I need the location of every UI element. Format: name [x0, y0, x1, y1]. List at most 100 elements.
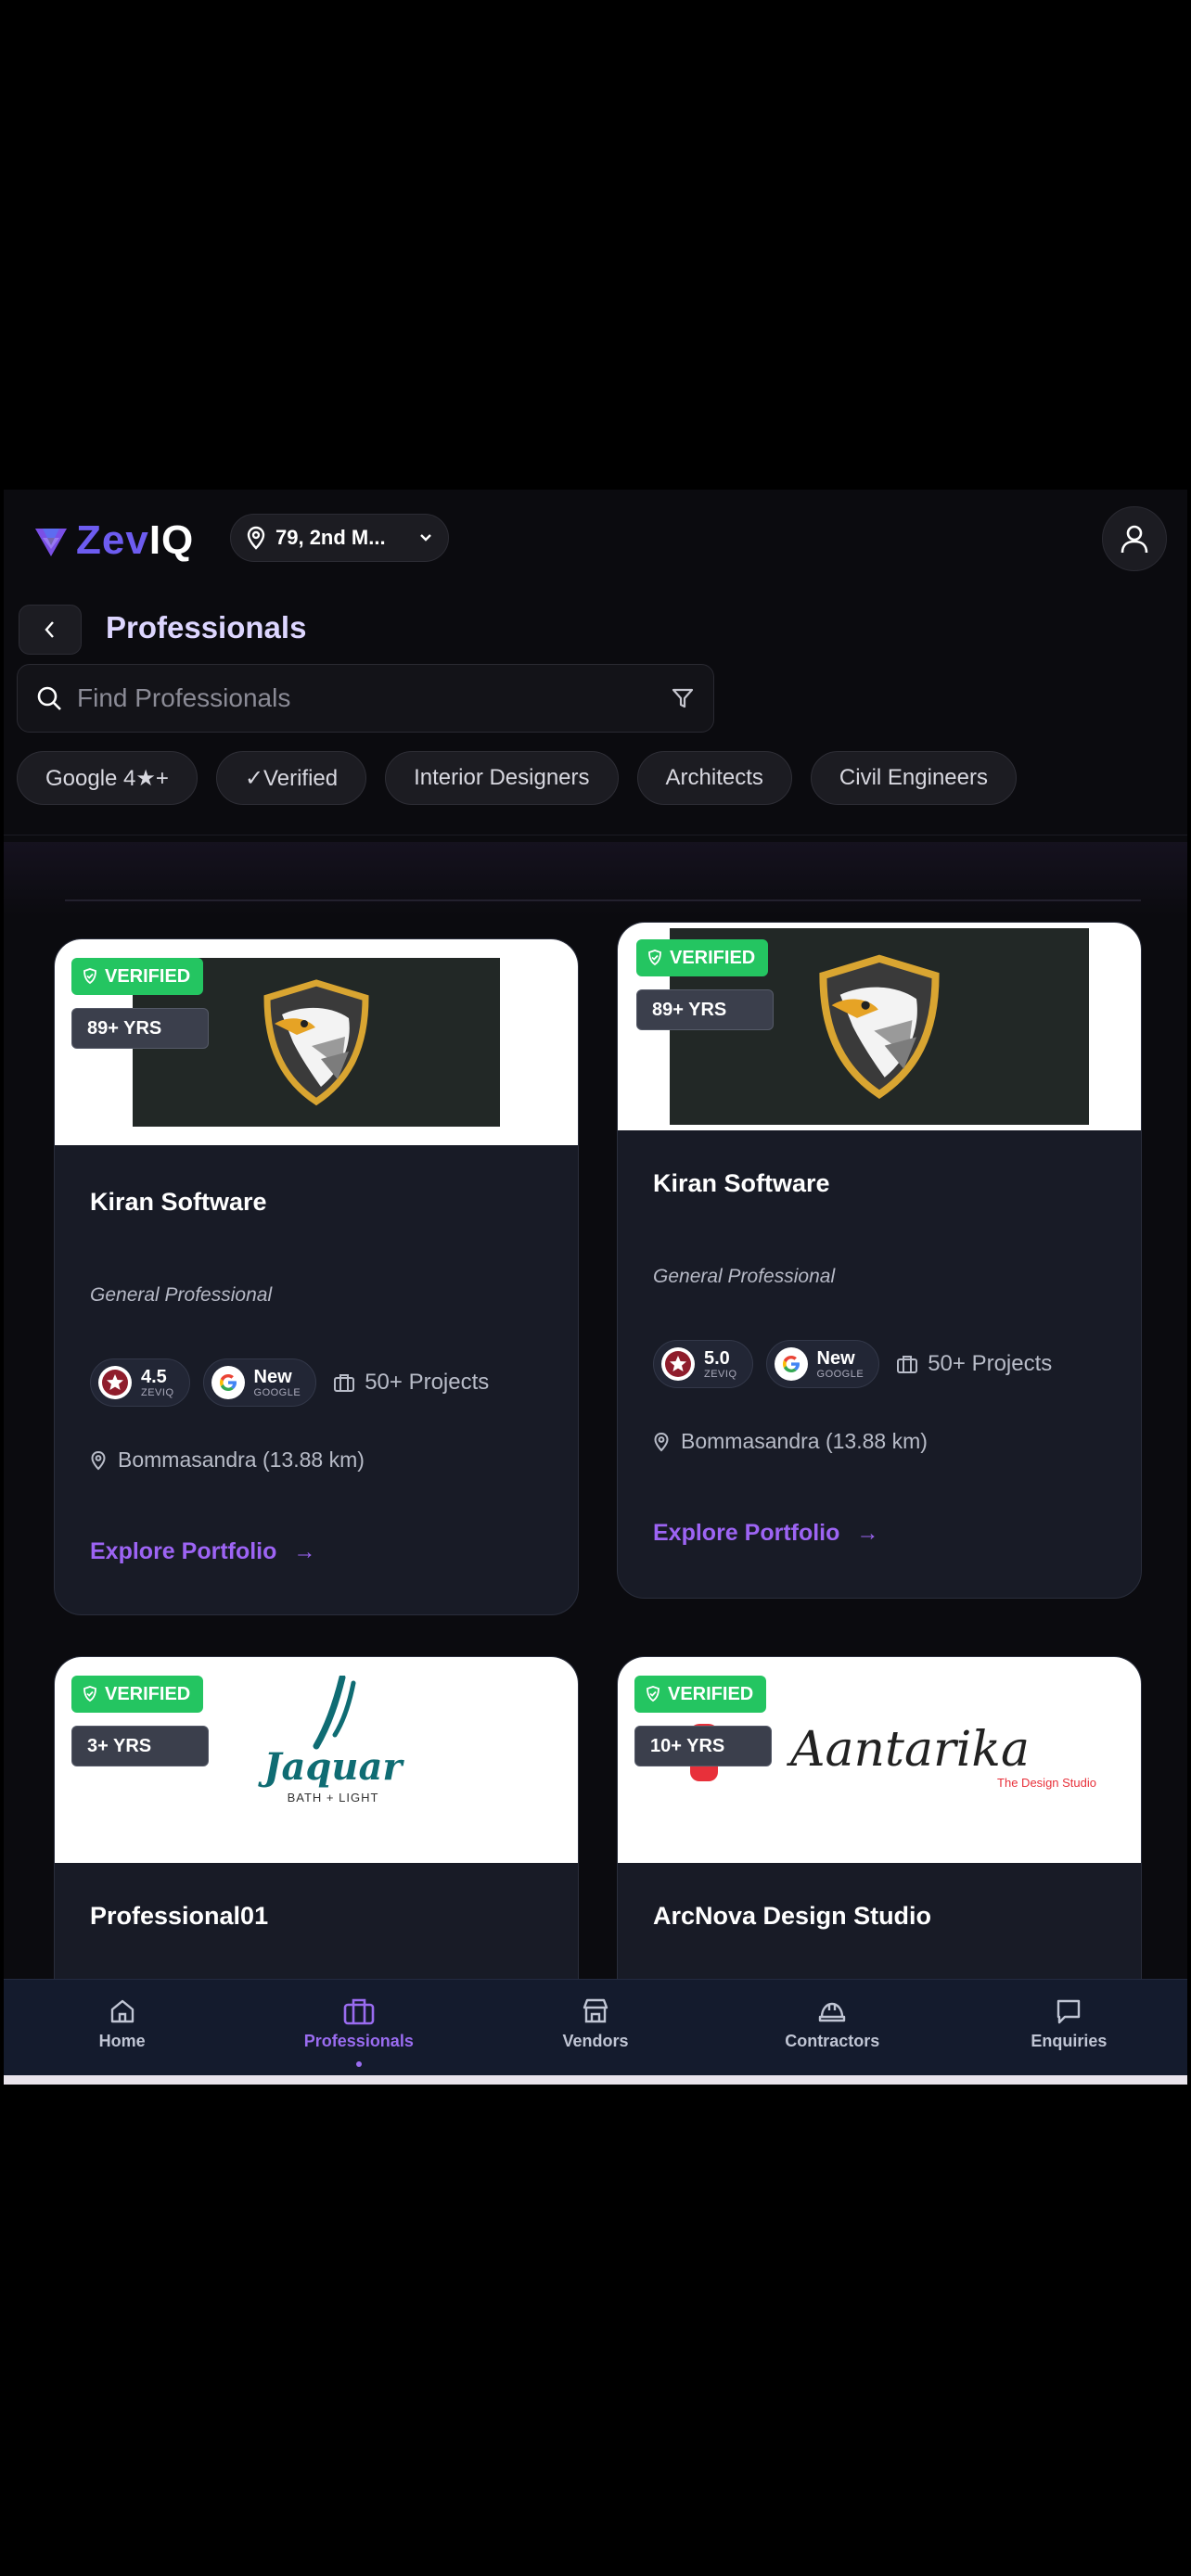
nav-professionals-label: Professionals: [303, 2032, 414, 2050]
google-icon: [774, 1347, 808, 1381]
google-rating-label: GOOGLE: [816, 1368, 864, 1380]
experience-badge: 10+ YRS: [634, 1726, 772, 1766]
brand-logo[interactable]: ZevIQ: [32, 517, 194, 564]
section-glow: [4, 842, 1187, 916]
nav-enquiries[interactable]: Enquiries: [951, 1980, 1187, 2076]
projects-text: 50+ Projects: [928, 1351, 1053, 1376]
card-location: Bommasandra (13.88 km): [653, 1429, 928, 1454]
search-input[interactable]: [75, 682, 671, 714]
jaquar-wordmark: Jaquar: [263, 1745, 403, 1789]
google-rating-pill: New GOOGLE: [765, 1340, 880, 1388]
jaquar-mark-icon: [313, 1674, 356, 1750]
nav-contractors-label: Contractors: [785, 2032, 880, 2050]
verified-label: VERIFIED: [105, 965, 191, 987]
zeviq-rating-label: ZEVIQ: [141, 1386, 174, 1398]
top-header: ZevIQ 79, 2nd M...: [4, 490, 1187, 592]
jaquar-logo-image: Jaquar BATH + LIGHT: [240, 1674, 426, 1852]
app-screen: ZevIQ 79, 2nd M... Professionals Find Pr…: [4, 490, 1187, 2083]
filter-chips: Google 4★+ ✓Verified Interior Designers …: [17, 751, 1017, 805]
card-image: Jaquar BATH + LIGHT VERIFIED 3+ YRS: [55, 1657, 578, 1863]
arrow-right-icon: →: [856, 1520, 879, 1546]
profile-button[interactable]: [1102, 506, 1167, 571]
verified-label: VERIFIED: [670, 947, 756, 968]
chevron-left-icon: [45, 621, 54, 638]
professional-card[interactable]: VERIFIED 89+ YRS Kiran Software General …: [54, 938, 579, 1615]
location-text: Bommasandra (13.88 km): [118, 1447, 365, 1472]
verified-label: VERIFIED: [105, 1683, 191, 1704]
professional-name: Professional01: [90, 1902, 269, 1930]
zeviq-star-icon: [98, 1366, 132, 1399]
google-rating-label: GOOGLE: [253, 1386, 301, 1398]
logo-mark-icon: [35, 529, 67, 556]
professional-category: General Professional: [653, 1266, 836, 1287]
professional-name: Kiran Software: [653, 1169, 830, 1197]
shield-check-icon: [83, 968, 96, 985]
section-line: [65, 899, 1141, 901]
screen-bottom-edge: [4, 2075, 1187, 2085]
jaquar-tagline: BATH + LIGHT: [287, 1791, 379, 1804]
nav-home-label: Home: [98, 2032, 146, 2050]
briefcase-icon: [334, 1374, 355, 1392]
chevron-down-icon: [420, 534, 431, 542]
chip-civil-engineers[interactable]: Civil Engineers: [810, 751, 1017, 805]
aantarika-wordmark: Aantarika: [790, 1722, 1030, 1778]
nav-home[interactable]: Home: [4, 1980, 240, 2076]
nav-enquiries-label: Enquiries: [1031, 2032, 1108, 2050]
chip-interior-designers[interactable]: Interior Designers: [385, 751, 619, 805]
chip-architects[interactable]: Architects: [636, 751, 792, 805]
back-button[interactable]: [19, 605, 82, 655]
verified-label: VERIFIED: [668, 1683, 754, 1704]
arrow-right-icon: →: [293, 1538, 316, 1564]
aantarika-logo-image: Aantarika The Design Studio: [790, 1722, 1096, 1790]
google-rating-value: New: [253, 1366, 292, 1387]
location-selector[interactable]: 79, 2nd M...: [230, 514, 449, 562]
verified-badge: VERIFIED: [71, 958, 204, 995]
active-indicator-dot: [355, 2061, 362, 2067]
zeviq-star-icon: [661, 1347, 695, 1381]
nav-contractors[interactable]: Contractors: [714, 1980, 951, 2076]
nav-professionals[interactable]: Professionals: [240, 1980, 477, 2076]
google-icon: [211, 1366, 245, 1399]
filter-icon[interactable]: [671, 686, 695, 710]
briefcase-icon: [897, 1356, 918, 1373]
experience-badge: 3+ YRS: [71, 1726, 209, 1766]
chip-verified[interactable]: ✓Verified: [215, 751, 367, 805]
eagle-shield-logo: [263, 979, 369, 1106]
location-text: 79, 2nd M...: [275, 526, 386, 549]
explore-portfolio-link[interactable]: Explore Portfolio →: [90, 1538, 315, 1565]
chip-google-rating[interactable]: Google 4★+: [17, 751, 198, 805]
stats-row: 5.0 ZEVIQ New GOOGLE 50+ Projects: [653, 1340, 1052, 1388]
verified-badge: VERIFIED: [71, 1676, 204, 1713]
experience-badge: 89+ YRS: [71, 1008, 209, 1049]
map-pin-icon: [247, 526, 265, 550]
professional-card[interactable]: VERIFIED 89+ YRS Kiran Software General …: [617, 922, 1142, 1599]
brand-name: ZevIQ: [76, 517, 194, 564]
professional-name: ArcNova Design Studio: [653, 1902, 932, 1930]
hard-hat-icon: [819, 2002, 846, 2022]
brand-name-part2: IQ: [148, 517, 195, 563]
user-icon: [1121, 525, 1148, 554]
map-pin-icon: [91, 1450, 106, 1470]
explore-label: Explore Portfolio: [90, 1538, 277, 1564]
google-rating-pill: New GOOGLE: [202, 1358, 317, 1407]
professional-name: Kiran Software: [90, 1188, 267, 1216]
briefcase-icon: [343, 1998, 375, 2025]
bottom-navigation: Home Professionals Vendors Contractors E…: [4, 1979, 1187, 2076]
projects-count: 50+ Projects: [333, 1370, 489, 1396]
google-rating-value: New: [816, 1347, 855, 1369]
professional-category: General Professional: [90, 1284, 273, 1306]
experience-badge: 89+ YRS: [636, 989, 774, 1030]
explore-portfolio-link[interactable]: Explore Portfolio →: [653, 1520, 878, 1547]
zeviq-rating-pill: 5.0 ZEVIQ: [653, 1340, 753, 1388]
nav-vendors[interactable]: Vendors: [477, 1980, 713, 2076]
zeviq-rating-value: 4.5: [141, 1366, 167, 1387]
card-image: VERIFIED 89+ YRS: [55, 939, 578, 1145]
stats-row: 4.5 ZEVIQ New GOOGLE 50+ Projects: [90, 1358, 489, 1407]
card-image: VERIFIED 89+ YRS: [618, 923, 1141, 1130]
explore-label: Explore Portfolio: [653, 1520, 840, 1546]
card-location: Bommasandra (13.88 km): [90, 1447, 365, 1473]
zeviq-rating-value: 5.0: [704, 1347, 730, 1369]
projects-count: 50+ Projects: [896, 1351, 1052, 1377]
search-bar: [17, 664, 714, 733]
aantarika-tagline: The Design Studio: [997, 1776, 1096, 1790]
